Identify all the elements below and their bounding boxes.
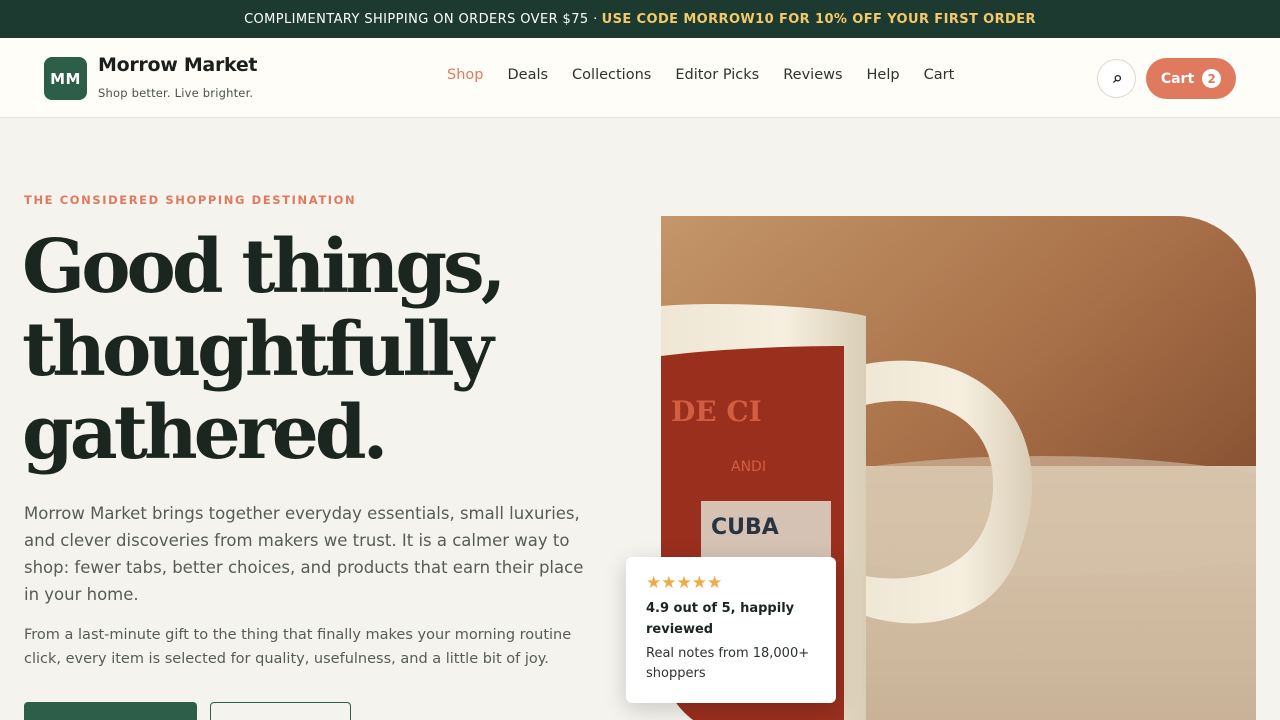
- hero-eyebrow: THE CONSIDERED SHOPPING DESTINATION: [24, 193, 357, 207]
- nav-item-editor-picks[interactable]: Editor Picks: [675, 67, 759, 83]
- nav-item-shop[interactable]: Shop: [447, 67, 483, 83]
- star-rating-icon: ★★★★★: [646, 573, 723, 593]
- hero-subtext: From a last-minute gift to the thing tha…: [24, 627, 572, 667]
- hero-lead: Morrow Market brings together everyday e…: [24, 504, 584, 604]
- cart-count-badge: 2: [1202, 69, 1222, 88]
- nav-item-reviews[interactable]: Reviews: [783, 67, 842, 83]
- svg-text:CUBA: CUBA: [711, 515, 779, 540]
- nav-item-deals[interactable]: Deals: [507, 67, 548, 83]
- secondary-cta-button[interactable]: [210, 702, 351, 720]
- nav-item-help[interactable]: Help: [867, 67, 900, 83]
- search-icon: [1112, 74, 1121, 83]
- svg-text:DE CI: DE CI: [671, 395, 762, 428]
- brand-name[interactable]: Morrow Market: [98, 54, 258, 76]
- search-button[interactable]: [1097, 59, 1136, 98]
- brand-tagline: Shop better. Live brighter.: [98, 86, 254, 100]
- review-note: Real notes from 18,000+ shoppers: [646, 646, 810, 681]
- nav-item-collections[interactable]: Collections: [572, 67, 651, 83]
- headline-line-1: Good things,: [22, 224, 506, 310]
- svg-text:ANDI: ANDI: [731, 459, 766, 475]
- promo-code-text: USE CODE MORROW10 FOR 10% OFF YOUR FIRST…: [601, 11, 1036, 27]
- announcement-bar: COMPLIMENTARY SHIPPING ON ORDERS OVER $7…: [0, 0, 1280, 38]
- review-title: 4.9 out of 5, happily reviewed: [646, 601, 795, 637]
- main-nav: Shop Deals Collections Editor Picks Revi…: [447, 67, 954, 83]
- headline-line-2: thoughtfully: [22, 307, 494, 393]
- headline-line-3: gathered.: [22, 390, 388, 476]
- logo-badge[interactable]: MM: [44, 57, 87, 100]
- cart-label: Cart: [1160, 70, 1195, 87]
- primary-cta-button[interactable]: [24, 702, 197, 720]
- announcement-text: COMPLIMENTARY SHIPPING ON ORDERS OVER $7…: [244, 11, 598, 27]
- nav-item-cart[interactable]: Cart: [924, 67, 955, 83]
- review-card: ★★★★★ 4.9 out of 5, happily reviewed Rea…: [626, 557, 836, 703]
- hero-headline: Good things, thoughtfully gathered.: [22, 226, 582, 475]
- site-header: MM Morrow Market Shop better. Live brigh…: [0, 38, 1280, 118]
- cart-button[interactable]: Cart 2: [1146, 58, 1236, 99]
